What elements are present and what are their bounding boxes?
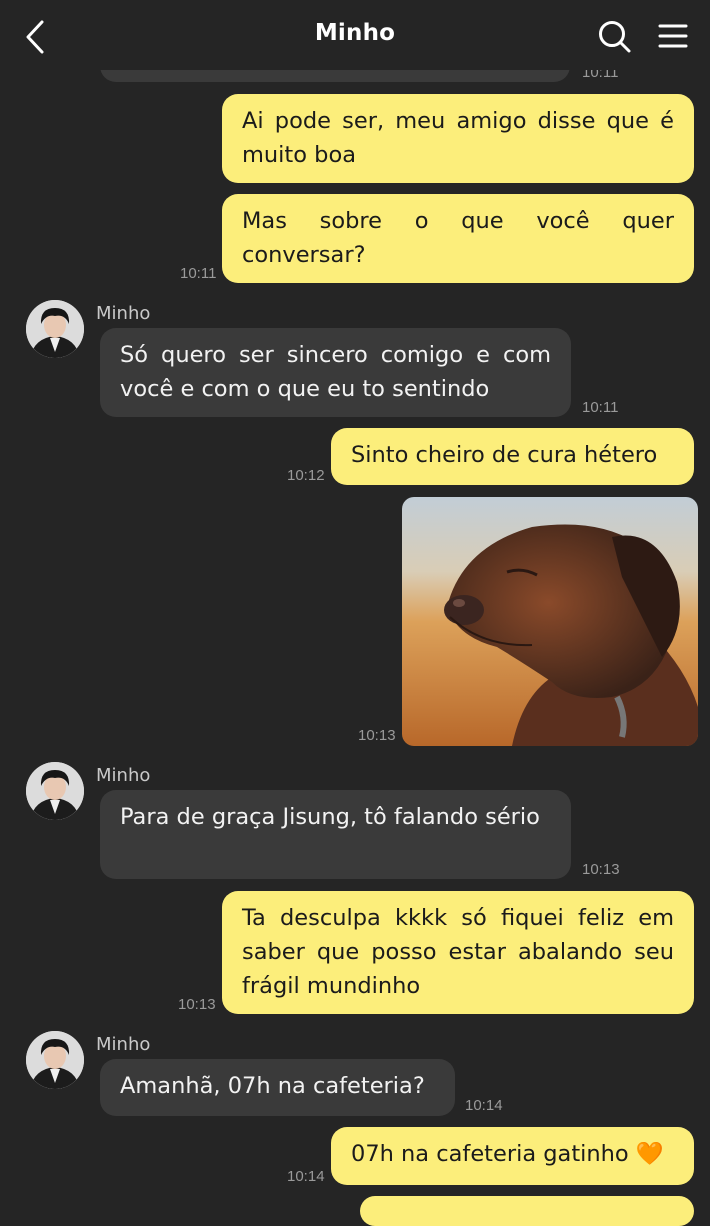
message-time: 10:13 xyxy=(582,861,620,878)
message-text: Mas sobre o que você quer conversar? xyxy=(242,208,674,268)
avatar[interactable] xyxy=(26,762,84,820)
outgoing-message[interactable]: Sinto cheiro de cura hétero xyxy=(331,428,694,485)
incoming-message[interactable]: Só quero ser sincero comigo e com você e… xyxy=(100,328,571,417)
dog-photo[interactable] xyxy=(402,497,698,746)
menu-button[interactable] xyxy=(656,20,690,54)
message-time: 10:13 xyxy=(358,727,396,744)
outgoing-message[interactable]: Mas sobre o que você quer conversar? xyxy=(222,194,694,283)
message-text: Ta desculpa kkkk só fiquei feliz em sabe… xyxy=(242,905,674,999)
message-text: Sinto cheiro de cura hétero xyxy=(351,442,658,468)
avatar[interactable] xyxy=(26,300,84,358)
menu-icon xyxy=(658,24,688,48)
chat-area[interactable]: 10:11 Ai pode ser, meu amigo disse que é… xyxy=(0,0,710,1226)
message-time: 10:13 xyxy=(178,996,216,1013)
outgoing-message[interactable] xyxy=(360,1196,694,1226)
message-time: 10:14 xyxy=(287,1168,325,1185)
message-time: 10:14 xyxy=(465,1097,503,1114)
avatar-photo xyxy=(26,300,84,358)
search-icon xyxy=(599,21,631,53)
sender-name: Minho xyxy=(96,765,151,786)
message-time: 10:12 xyxy=(287,467,325,484)
message-time: 10:11 xyxy=(582,399,619,416)
message-text: Só quero ser sincero comigo e com você e… xyxy=(120,342,551,402)
message-time: 10:11 xyxy=(180,265,217,282)
outgoing-message[interactable]: Ta desculpa kkkk só fiquei feliz em sabe… xyxy=(222,891,694,1014)
chat-header: Minho xyxy=(0,0,710,70)
sender-name: Minho xyxy=(96,1034,151,1055)
avatar-photo xyxy=(26,1031,84,1089)
search-button[interactable] xyxy=(596,18,634,56)
incoming-message[interactable]: Para de graça Jisung, tô falando sério xyxy=(100,790,571,879)
outgoing-message[interactable]: Ai pode ser, meu amigo disse que é muito… xyxy=(222,94,694,183)
message-text: Ai pode ser, meu amigo disse que é muito… xyxy=(242,108,674,168)
outgoing-message[interactable]: 07h na cafeteria gatinho 🧡 xyxy=(331,1127,694,1185)
message-text: Para de graça Jisung, tô falando sério xyxy=(120,804,540,830)
dog-photo xyxy=(402,497,698,746)
avatar[interactable] xyxy=(26,1031,84,1089)
incoming-message[interactable]: Amanhã, 07h na cafeteria? xyxy=(100,1059,455,1116)
sender-name: Minho xyxy=(96,303,151,324)
message-text: Amanhã, 07h na cafeteria? xyxy=(120,1073,425,1099)
avatar-photo xyxy=(26,762,84,820)
message-text: 07h na cafeteria gatinho 🧡 xyxy=(351,1141,664,1167)
